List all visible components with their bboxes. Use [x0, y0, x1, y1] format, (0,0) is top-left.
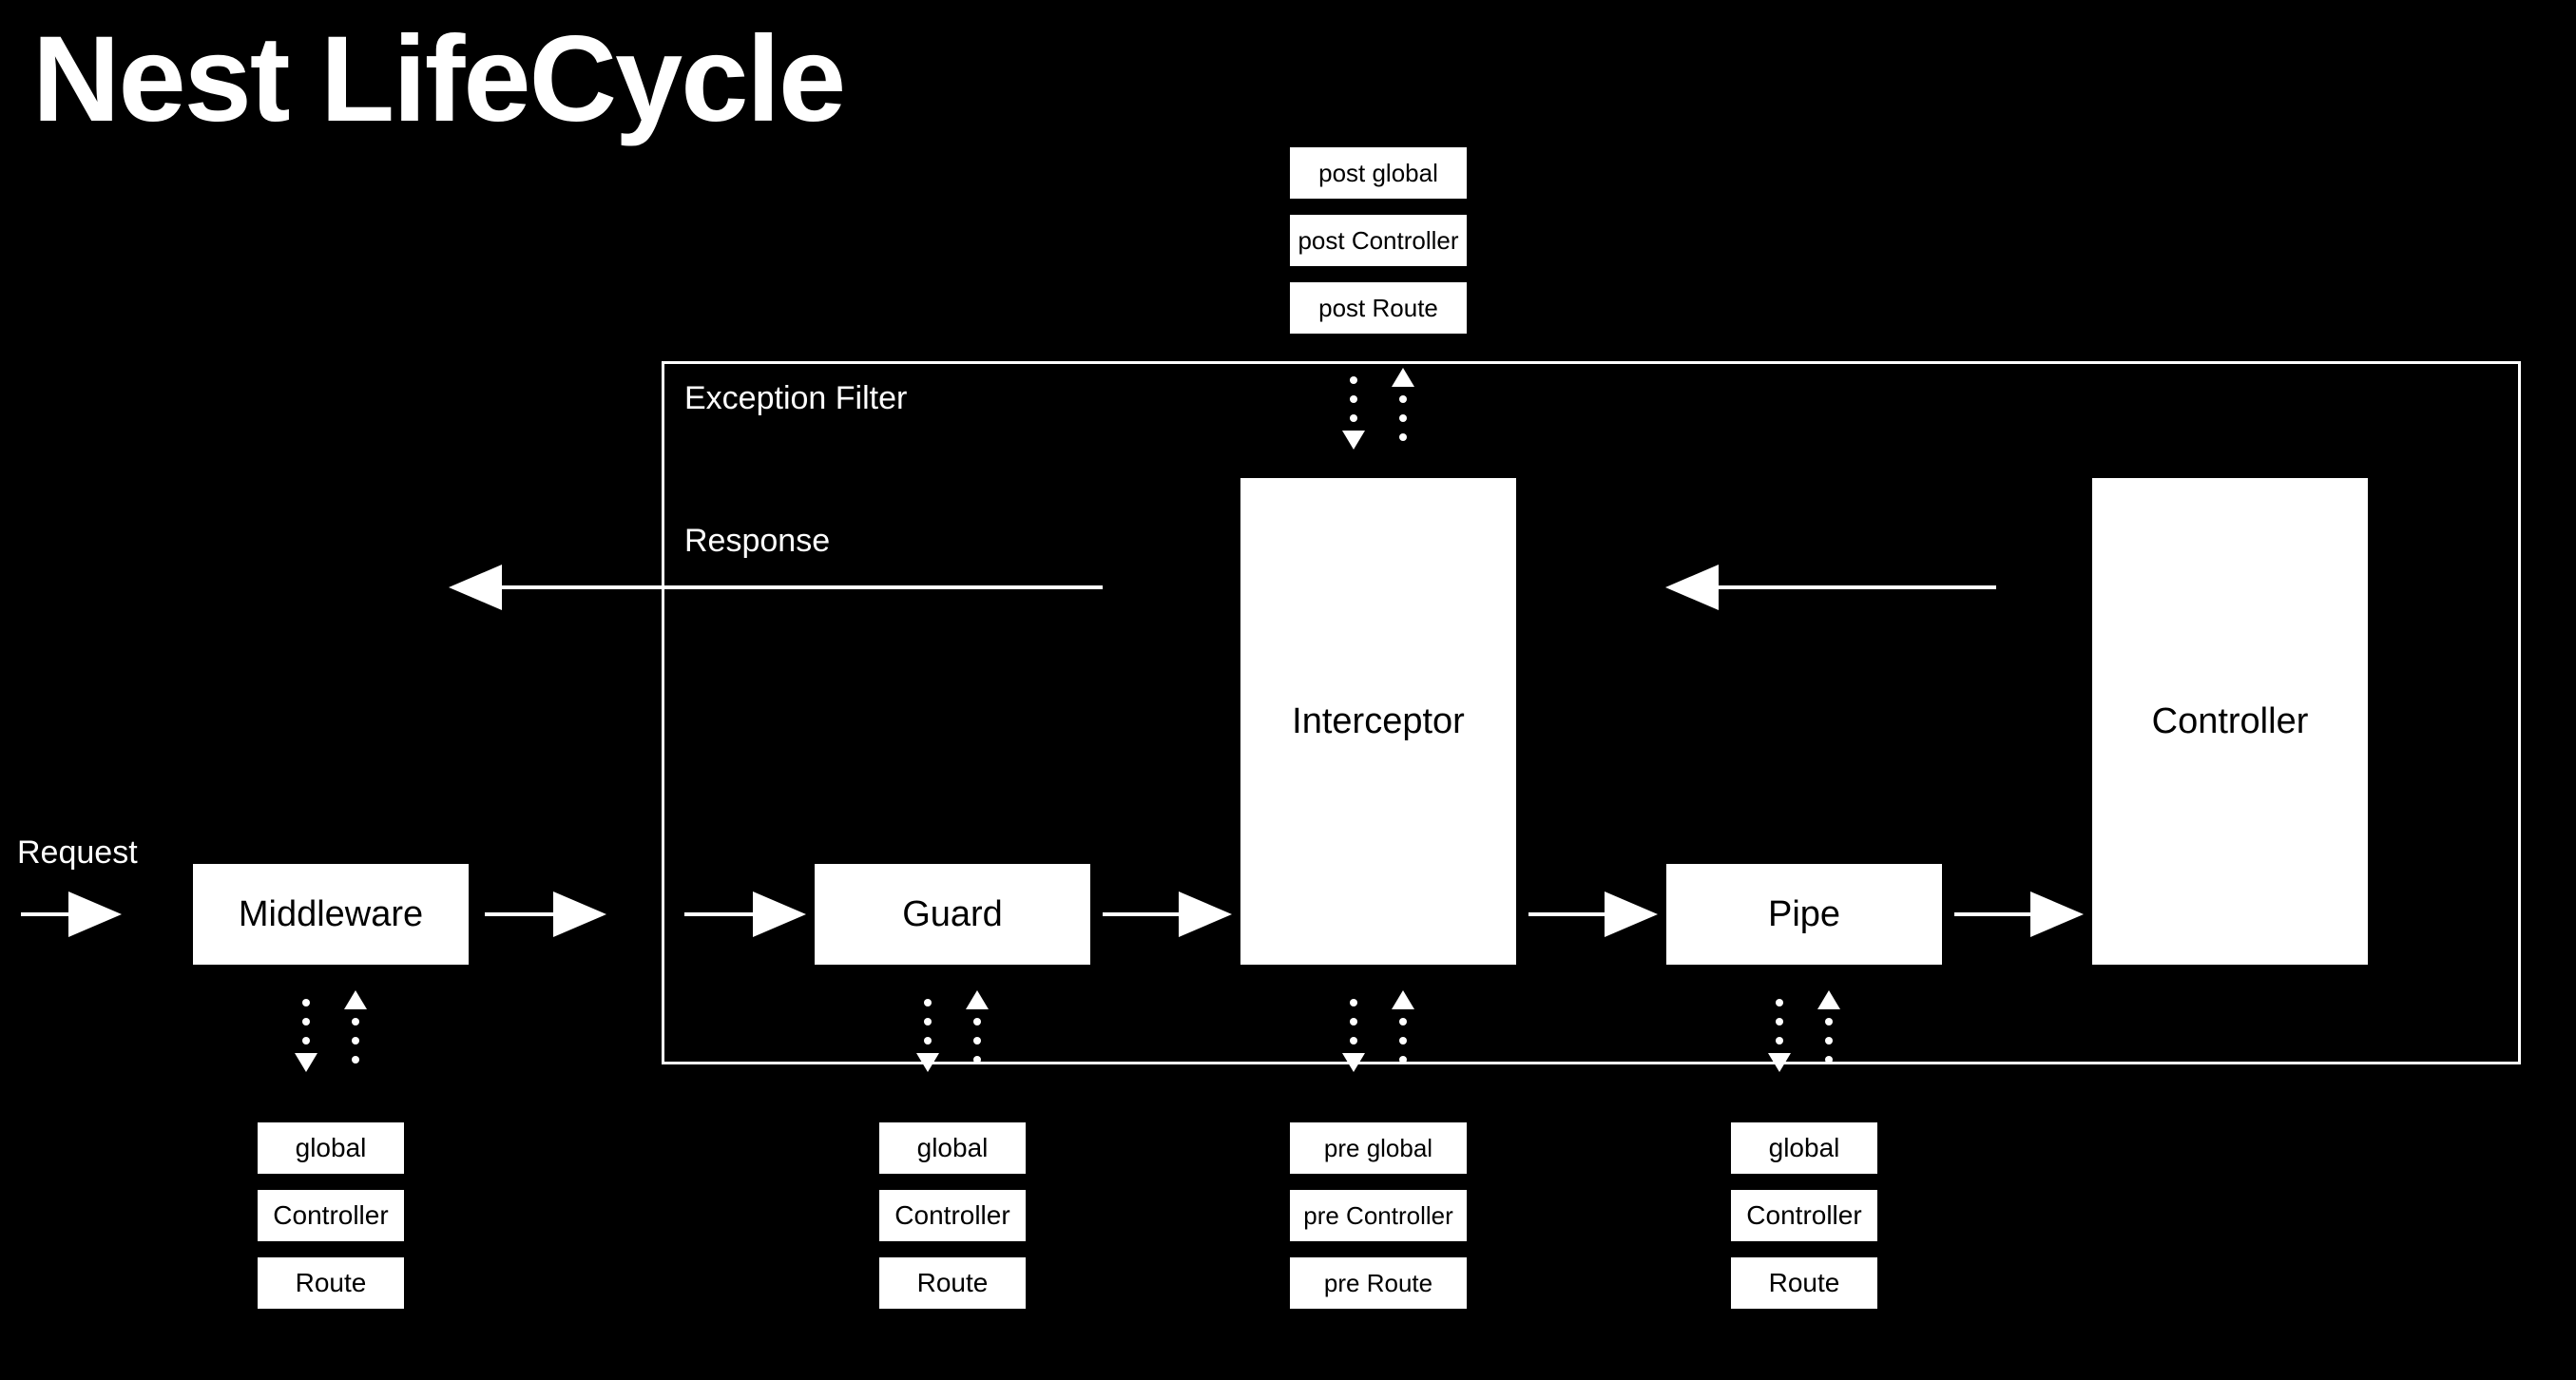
request-label: Request [17, 834, 138, 872]
interceptor-text: Interceptor [1292, 701, 1465, 742]
guard-route-text: Route [917, 1268, 989, 1298]
middleware-box: Middleware [190, 861, 471, 968]
guard-controller: Controller [876, 1187, 1028, 1244]
pipe-global: global [1728, 1120, 1880, 1177]
pipe-route-text: Route [1769, 1268, 1840, 1298]
pipe-text: Pipe [1768, 894, 1840, 935]
controller-box: Controller [2089, 475, 2371, 968]
interceptor-post-controller-text: post Controller [1298, 226, 1458, 256]
middleware-controller-text: Controller [273, 1200, 388, 1231]
interceptor-post-controller: post Controller [1287, 212, 1470, 269]
response-label: Response [684, 523, 830, 560]
pipe-controller-text: Controller [1746, 1200, 1861, 1231]
pipe-controller: Controller [1728, 1187, 1880, 1244]
exception-filter-label: Exception Filter [684, 380, 907, 417]
interceptor-pre-route-text: pre Route [1324, 1269, 1432, 1298]
interceptor-post-route: post Route [1287, 279, 1470, 336]
guard-box: Guard [812, 861, 1093, 968]
middleware-route-text: Route [296, 1268, 367, 1298]
guard-global-text: global [917, 1133, 989, 1163]
guard-global: global [876, 1120, 1028, 1177]
pipe-box: Pipe [1663, 861, 1945, 968]
interceptor-pre-global: pre global [1287, 1120, 1470, 1177]
guard-controller-text: Controller [894, 1200, 1009, 1231]
middleware-biarrows-icon [295, 990, 367, 1072]
interceptor-post-global: post global [1287, 144, 1470, 201]
interceptor-pre-controller: pre Controller [1287, 1187, 1470, 1244]
middleware-route: Route [255, 1255, 407, 1312]
interceptor-pre-global-text: pre global [1324, 1134, 1432, 1163]
middleware-global-text: global [296, 1133, 367, 1163]
pipe-global-text: global [1769, 1133, 1840, 1163]
interceptor-pre-controller-text: pre Controller [1303, 1201, 1453, 1231]
middleware-global: global [255, 1120, 407, 1177]
guard-text: Guard [902, 894, 1003, 935]
controller-text: Controller [2152, 701, 2309, 742]
interceptor-post-global-text: post global [1318, 159, 1438, 188]
diagram-title: Nest LifeCycle [32, 10, 844, 149]
interceptor-post-route-text: post Route [1318, 294, 1438, 323]
pipe-route: Route [1728, 1255, 1880, 1312]
guard-route: Route [876, 1255, 1028, 1312]
interceptor-pre-route: pre Route [1287, 1255, 1470, 1312]
middleware-controller: Controller [255, 1187, 407, 1244]
middleware-text: Middleware [239, 894, 423, 935]
interceptor-box: Interceptor [1238, 475, 1519, 968]
